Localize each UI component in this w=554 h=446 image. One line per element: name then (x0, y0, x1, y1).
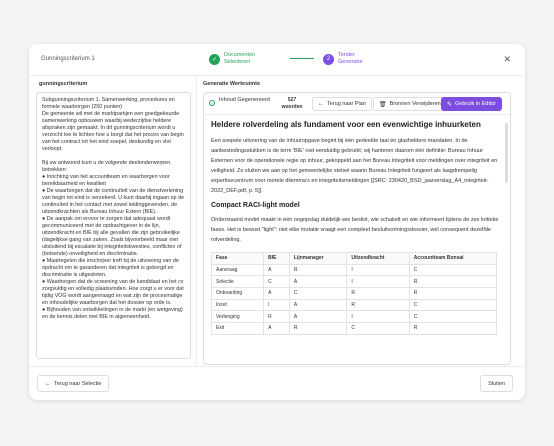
table-cell: Aanvraag (210, 263, 265, 277)
table-cell: R (288, 322, 348, 335)
table-cell: A (263, 322, 290, 335)
table-cell: R (408, 287, 498, 300)
table-cell: I (346, 263, 410, 277)
doc-paragraph-2: Onderstaand model maakt in één oogopslag… (211, 217, 499, 243)
use-in-editor-button[interactable]: ✎ Gebruik in Editor (441, 97, 502, 111)
table-cell: I (346, 310, 410, 324)
word-count: 527 woorden (281, 97, 303, 110)
table-cell: C (408, 310, 498, 324)
table-header: Lijnmanager (288, 252, 348, 265)
table-cell: R (346, 287, 410, 300)
table-row: Inzet I A R C (210, 298, 498, 312)
table-row: Selectie C A I R (210, 275, 498, 289)
table-row: Verlenging R A I C (210, 310, 498, 324)
doc-heading: Heldere rolverdeling als fundament voor … (211, 120, 481, 129)
right-panel: Generatie Werkruimte ✓ Inhoud Gegenereer… (197, 76, 525, 366)
table-cell: Exit (210, 322, 265, 335)
table-cell: Inzet (210, 298, 265, 312)
table-header: Fase (210, 252, 265, 265)
table-cell: R (408, 275, 498, 289)
use-in-editor-label: Gebruik in Editor (455, 101, 496, 107)
arrow-left-icon: ← (45, 380, 51, 387)
scrollbar[interactable] (505, 123, 508, 183)
modal-header: Gunningscriterium 1 ✓ Documenten Selecte… (29, 44, 525, 76)
arrow-left-icon: ← (318, 101, 324, 107)
close-button[interactable]: Sluiten (480, 375, 513, 392)
trash-icon: 🗑 (379, 101, 387, 108)
table-cell: C (288, 287, 348, 300)
table-cell: A (288, 310, 348, 324)
table-cell: I (263, 298, 290, 312)
delete-sources-button[interactable]: 🗑 Bronnen Verwijderen (373, 97, 447, 111)
step2-number: 2 (323, 53, 334, 65)
table-cell: R (263, 310, 290, 324)
generated-document: Heldere rolverdeling als fundament voor … (210, 120, 503, 364)
left-panel: gunningscriterium Subgunningscriterium 1… (29, 76, 197, 366)
table-header: BIE (263, 252, 290, 265)
check-icon: ✓ (209, 53, 220, 65)
table-cell: Selectie (210, 275, 265, 289)
generation-toolbar: ✓ Inhoud Gegenereerd 527 woorden ← Terug … (204, 93, 510, 115)
table-cell: R (346, 298, 410, 312)
table-cell: C (408, 298, 498, 312)
table-row: Onboarding A C R R (210, 287, 498, 300)
raci-table: Fase BIE Lijnmanager Uitzendkracht Accou… (210, 252, 498, 335)
doc-subheading: Compact RACI-light model (211, 202, 300, 209)
step-tender-generator[interactable]: 2 Tender Generator (323, 52, 374, 66)
right-section-title: Generatie Werkruimte (203, 81, 261, 87)
back-to-plan-button[interactable]: ← Terug naar Plan (312, 97, 372, 111)
tender-generator-modal: Gunningscriterium 1 ✓ Documenten Selecte… (29, 44, 525, 400)
table-cell: Verlenging (210, 310, 265, 324)
table-cell: Onboarding (210, 287, 265, 300)
table-cell: I (346, 275, 410, 289)
table-cell: C (346, 322, 410, 335)
edit-icon: ✎ (447, 101, 453, 108)
doc-paragraph-1: Een soepele uitvoering van de inhuuropga… (211, 138, 498, 194)
back-to-selection-label: Terug naar Selectie (54, 380, 102, 387)
table-header: Accountteam Bonsai (408, 252, 498, 265)
back-to-selection-button[interactable]: ← Terug naar Selectie (37, 375, 110, 392)
delete-sources-label: Bronnen Verwijderen (389, 101, 441, 107)
table-cell: A (263, 287, 290, 300)
table-row: Exit A R C R (210, 322, 498, 335)
table-cell: A (288, 275, 348, 289)
left-section-title: gunningscriterium (39, 81, 88, 87)
generation-card: ✓ Inhoud Gegenereerd 527 woorden ← Terug … (203, 92, 511, 365)
back-to-plan-label: Terug naar Plan (327, 101, 366, 107)
criterium-text[interactable]: Subgunningscriterium 1. Samenwerking, pr… (36, 92, 191, 359)
step1-label: Documenten Selecteren (224, 52, 256, 65)
table-cell: A (288, 298, 348, 312)
step2-label: Tender Generator (338, 52, 363, 65)
table-cell: R (288, 263, 348, 277)
status-label: Inhoud Gegenereerd (219, 97, 270, 103)
modal-title: Gunningscriterium 1 (41, 56, 95, 62)
table-cell: R (408, 322, 498, 335)
close-icon[interactable]: ✕ (503, 54, 511, 65)
step-documenten-selecteren[interactable]: ✓ Documenten Selecteren (209, 52, 272, 66)
check-circle-icon: ✓ (209, 100, 215, 106)
table-header: Uitzendkracht (346, 252, 410, 265)
table-cell: C (408, 263, 498, 277)
table-cell: A (263, 263, 290, 277)
table-header-row: Fase BIE Lijnmanager Uitzendkracht Accou… (210, 252, 498, 265)
step-connector (290, 58, 314, 59)
table-row: Aanvraag A R I C (210, 263, 498, 277)
table-cell: C (263, 275, 290, 289)
modal-footer: ← Terug naar Selectie Sluiten (29, 366, 525, 400)
